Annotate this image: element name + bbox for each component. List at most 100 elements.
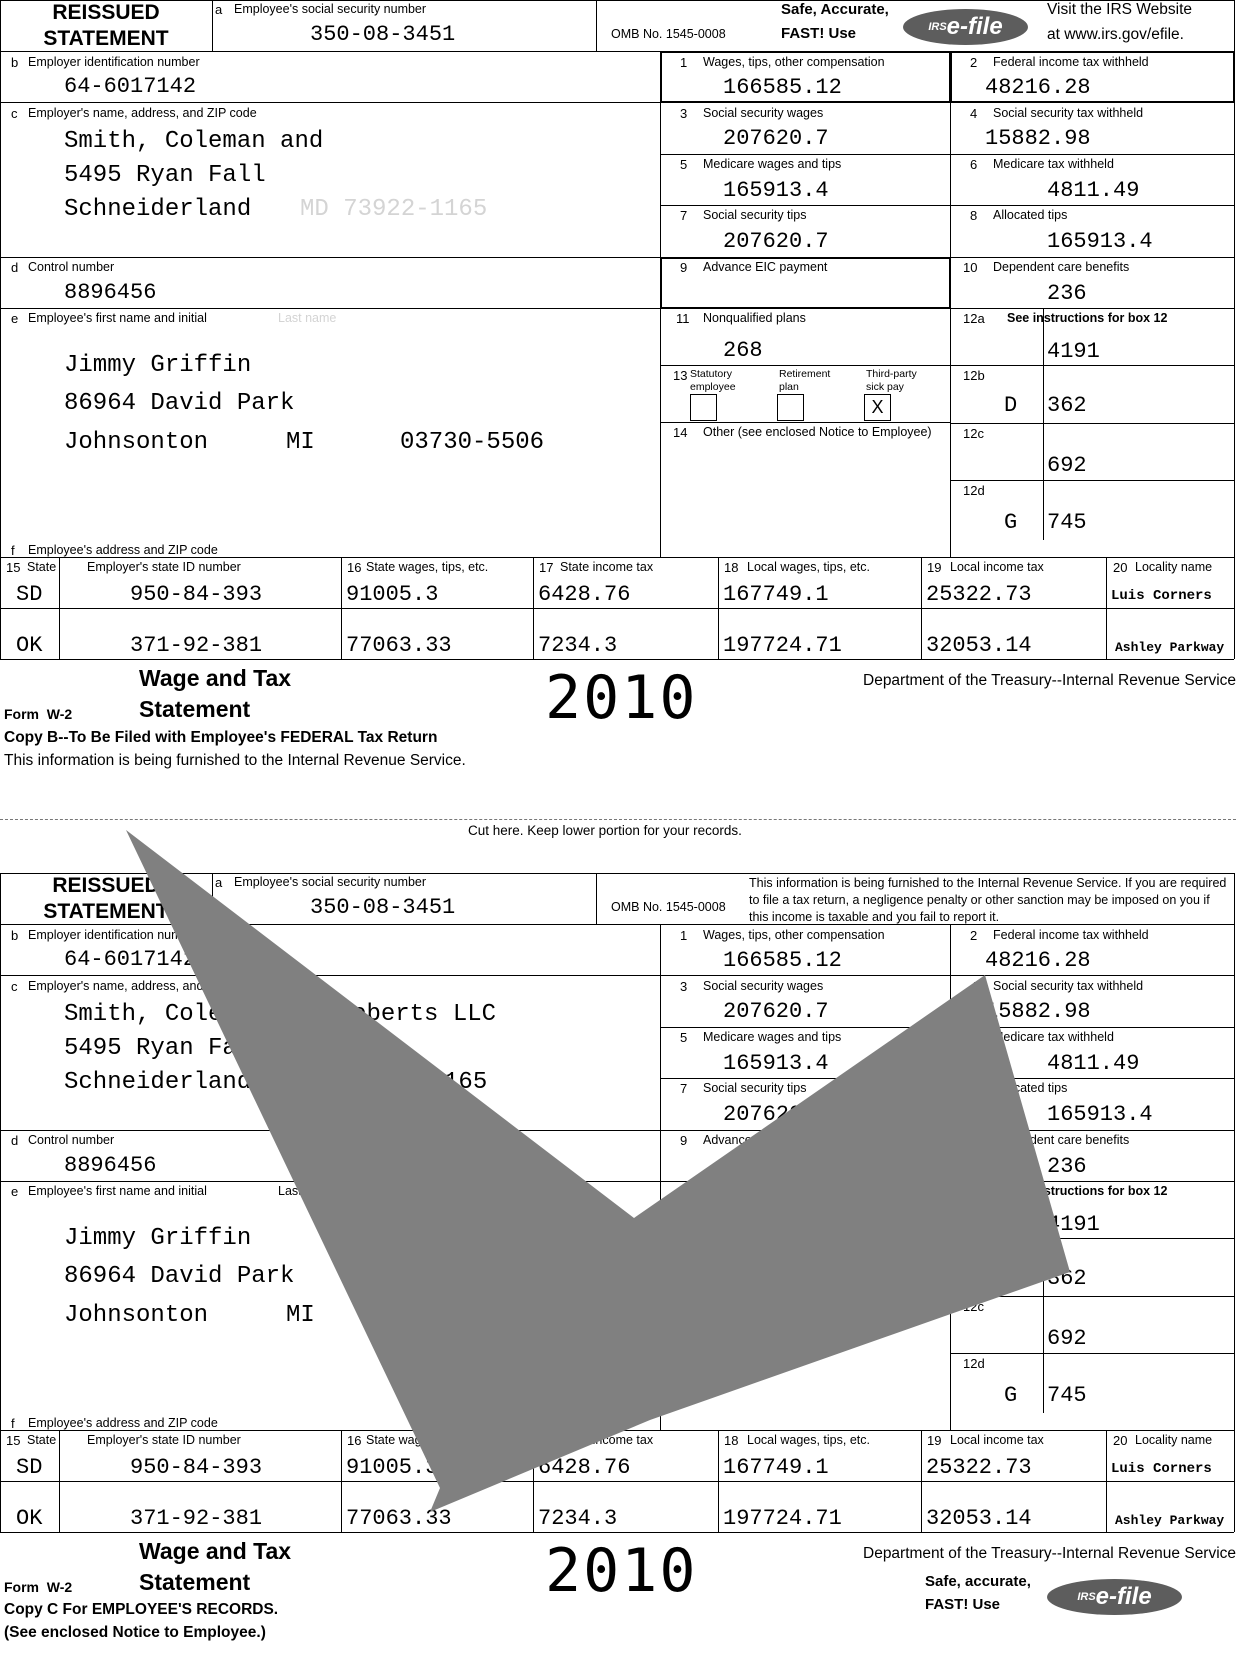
state-wages-header: State wages, tips, etc. — [366, 1433, 489, 1447]
state-row2-wages: 77063.33 — [346, 633, 452, 658]
state-row2-tax: 7234.3 — [538, 633, 618, 658]
statutory-employee-checkbox[interactable] — [690, 1267, 717, 1294]
omb-number: OMB No. 1545-0008 — [611, 27, 726, 41]
box3-label: Social security wages — [703, 106, 824, 120]
employer-name-label: Employer's name, address, and ZIP code — [28, 106, 257, 120]
state-row1-id: 950-84-393 — [130, 582, 263, 607]
state-row1-tax: 6428.76 — [538, 1455, 631, 1480]
state-row2-state: OK — [16, 1506, 43, 1531]
employee-city: Johnsonton — [64, 1302, 209, 1329]
department-text: Department of the Treasury--Internal Rev… — [863, 672, 1236, 689]
box12b-value: 362 — [1047, 393, 1087, 418]
employee-state: MI — [286, 429, 315, 456]
state-wages-header: State wages, tips, etc. — [366, 560, 489, 574]
box1-highlight — [660, 51, 951, 103]
box11-label: Nonqualified plans — [703, 1184, 806, 1198]
box2-label: Federal income tax withheld — [993, 928, 1149, 942]
tax-year: 2010 — [545, 1536, 698, 1606]
state-row1-local-tax: 25322.73 — [926, 582, 1032, 607]
box12c-value: 692 — [1047, 453, 1087, 478]
employee-first-label: Employee's first name and initial — [28, 1184, 207, 1198]
state-row1-id: 950-84-393 — [130, 1455, 263, 1480]
box1-label: Wages, tips, other compensation — [703, 928, 885, 942]
copy-c-note: (See enclosed Notice to Employee.) — [4, 1624, 266, 1641]
employer-name: Smith, Coleman and Roberts LLC — [64, 128, 497, 155]
employee-street: 86964 David Park — [64, 390, 295, 417]
box13-thirdparty-label: Third-party sick pay — [866, 1241, 917, 1266]
state-id-header: Employer's state ID number — [87, 560, 241, 574]
employee-zip: 03730-5506 — [400, 429, 545, 456]
ssn-value: 350-08-3451 — [310, 895, 456, 920]
local-tax-header: Local income tax — [950, 560, 1044, 574]
box13-statutory-label: Statutory employee — [690, 1241, 736, 1266]
control-label: Control number — [28, 1133, 115, 1147]
box9-highlight — [660, 257, 951, 309]
box3-value: 207620.7 — [723, 999, 829, 1024]
box12-label: See instructions for box 12 — [1007, 311, 1168, 325]
ein-label: Employer identification number — [28, 55, 200, 69]
retirement-plan-checkbox[interactable] — [777, 394, 804, 421]
box12a-value: 4191 — [1047, 1212, 1100, 1237]
employer-street: 5495 Ryan Fall Apt. 896 — [64, 1035, 396, 1062]
state-row1-wages: 91005.3 — [346, 1455, 439, 1480]
employee-state: MI — [286, 1302, 315, 1329]
box14-label: Other (see enclosed Notice to Employee) — [703, 1298, 932, 1312]
box4-label: Social security tax withheld — [993, 106, 1144, 120]
third-party-sick-pay-checkbox[interactable]: X — [864, 394, 891, 421]
employer-city: Schneiderland — [64, 1069, 252, 1096]
fast-use-text: FAST! Use — [781, 25, 857, 42]
box2-highlight — [950, 51, 1235, 103]
box8-label: Allocated tips — [993, 208, 1068, 222]
box12d-value: 745 — [1047, 510, 1087, 535]
control-value: 8896456 — [64, 1153, 157, 1178]
ein-label: Employer identification number — [28, 928, 200, 942]
state-tax-header: State income tax — [560, 560, 654, 574]
state-row1-state: SD — [16, 582, 43, 607]
state-id-header: Employer's state ID number — [87, 1433, 241, 1447]
state-row1-tax: 6428.76 — [538, 582, 631, 607]
state-header: State — [27, 1433, 57, 1447]
safe-accurate-text: Safe, Accurate, — [781, 1, 889, 18]
copy-b-title: Copy B--To Be Filed with Employee's FEDE… — [4, 729, 438, 746]
box13-retirement-label: Retirement plan — [779, 1241, 831, 1266]
box12d-value: 745 — [1047, 1383, 1087, 1408]
box4-value: 15882.98 — [985, 999, 1091, 1024]
box5-label: Medicare wages and tips — [703, 157, 842, 171]
ein-value: 64-6017142 — [64, 947, 197, 972]
state-row1-locality: Luis Corners — [1111, 588, 1212, 604]
reissued-title: REISSUED STATEMENT — [43, 1, 169, 50]
box7-value: 207620.7 — [723, 229, 829, 254]
locality-header: Locality name — [1135, 560, 1213, 574]
box2-value: 48216.28 — [985, 948, 1091, 973]
state-row2-state: OK — [16, 633, 43, 658]
control-value: 8896456 — [64, 280, 157, 305]
employer-name-label: Employer's name, address, and ZIP code — [28, 979, 257, 993]
statutory-employee-checkbox[interactable] — [690, 394, 717, 421]
employer-city: Schneiderland — [64, 196, 252, 223]
state-row2-tax: 7234.3 — [538, 1506, 618, 1531]
box13-thirdparty-label: Third-party sick pay — [866, 368, 917, 393]
locality-header: Locality name — [1135, 1433, 1213, 1447]
box10-label: Dependent care benefits — [993, 260, 1130, 274]
employer-state-zip: MD 73922-1165 — [300, 196, 488, 223]
box10-value: 236 — [1047, 281, 1087, 306]
state-row1-local-wages: 167749.1 — [723, 1455, 829, 1480]
cut-instructions: Cut here. Keep lower portion for your re… — [468, 823, 742, 838]
state-row2-id: 371-92-381 — [130, 1506, 263, 1531]
box10-label: Dependent care benefits — [993, 1133, 1130, 1147]
state-row2-locality: Ashley Parkway — [1115, 1513, 1225, 1528]
box12a-value: 4191 — [1047, 339, 1100, 364]
box5-value: 165913.4 — [723, 1051, 829, 1076]
third-party-sick-pay-checkbox[interactable]: X — [864, 1267, 891, 1294]
state-row1-local-tax: 25322.73 — [926, 1455, 1032, 1480]
ssn-label: Employee's social security number — [234, 2, 427, 16]
w2-copy-b: REISSUED STATEMENT a Employee's social se… — [0, 0, 1236, 780]
reissued-title: REISSUED STATEMENT — [43, 874, 169, 923]
local-wages-header: Local wages, tips, etc. — [747, 560, 870, 574]
state-row2-locality: Ashley Parkway — [1115, 640, 1225, 655]
state-row1-wages: 91005.3 — [346, 582, 439, 607]
state-row1-locality: Luis Corners — [1111, 1461, 1212, 1477]
local-tax-header: Local income tax — [950, 1433, 1044, 1447]
retirement-plan-checkbox[interactable] — [777, 1267, 804, 1294]
employer-name: Smith, Coleman and Roberts LLC — [64, 1001, 497, 1028]
